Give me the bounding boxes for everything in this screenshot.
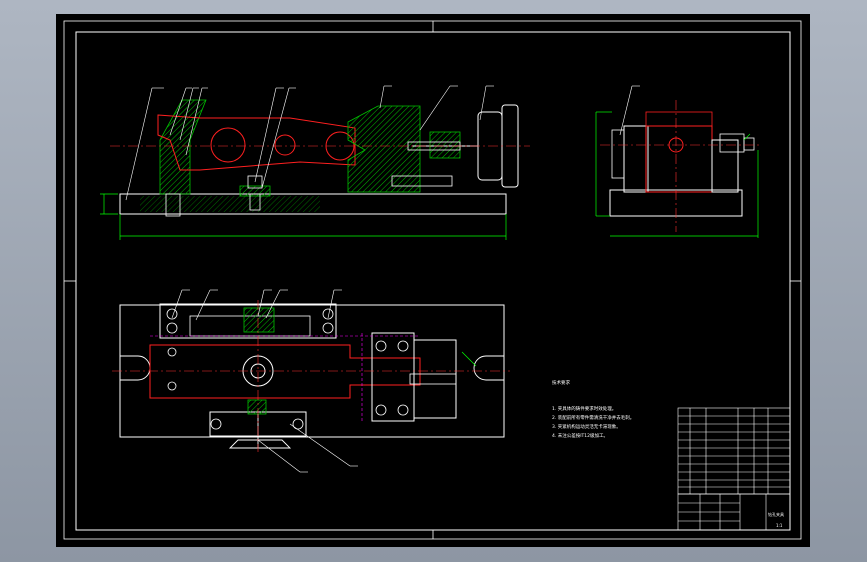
tech-req-title: 技术要求 [552, 379, 570, 386]
cad-drawing-window: 技术要求 1. 夹具体的铸件要求时效处理。 2. 装配前所有零件需清洗干净并去毛… [56, 14, 810, 547]
drawing-canvas[interactable] [56, 14, 810, 547]
tech-req-item-4: 4. 未注公差按IT12级加工。 [552, 432, 608, 439]
tech-req-item-2: 2. 装配前所有零件需清洗干净并去毛刺。 [552, 414, 634, 421]
tech-req-item-1: 1. 夹具体的铸件要求时效处理。 [552, 405, 616, 412]
center-pivot-block [239, 185, 271, 197]
tech-req-item-3: 3. 夹紧机构运动灵活无卡滞现象。 [552, 423, 621, 430]
drawing-title: 钻孔夹具 [768, 511, 784, 517]
fixed-jaw [429, 131, 461, 159]
sheet-label: 1:1 [776, 523, 783, 528]
